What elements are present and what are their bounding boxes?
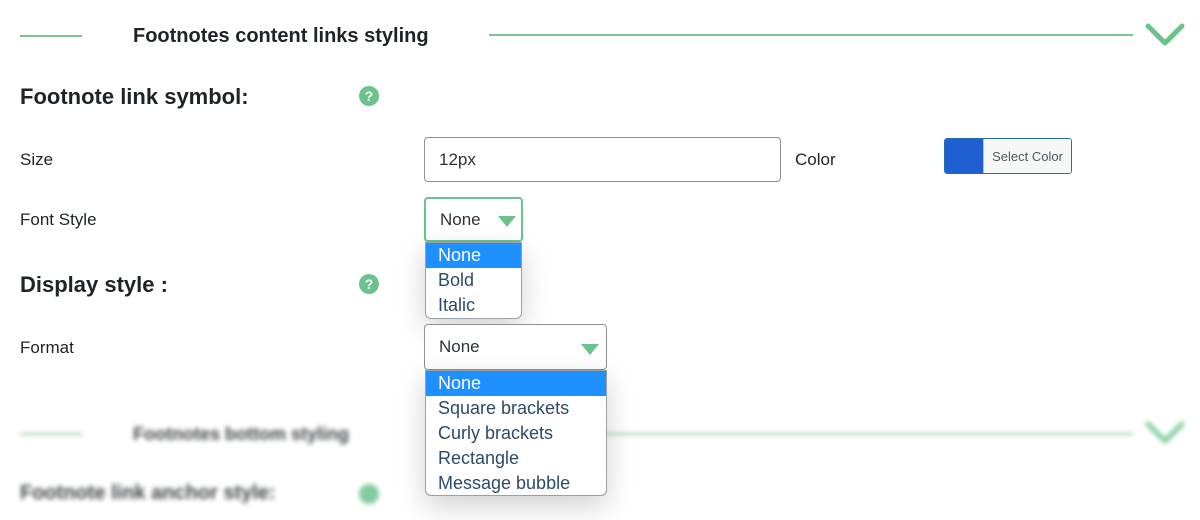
section-title: Footnotes bottom styling [133, 424, 349, 444]
font-style-option[interactable]: Italic [426, 293, 521, 318]
select-color-label: Select Color [983, 139, 1071, 173]
format-selected: None [439, 337, 480, 356]
format-select[interactable]: None [424, 324, 607, 370]
font-style-option[interactable]: Bold [426, 268, 521, 293]
format-dropdown: None Square brackets Curly brackets Rect… [425, 370, 607, 496]
color-label: Color [795, 150, 836, 169]
font-style-dropdown: None Bold Italic [425, 242, 522, 319]
format-option[interactable]: Rectangle [426, 446, 606, 471]
help-icon[interactable]: ? [359, 86, 379, 106]
help-icon[interactable]: ? [359, 274, 379, 294]
font-style-option[interactable]: None [426, 243, 521, 268]
section-divider-right [600, 433, 1133, 435]
section-divider-left [20, 35, 82, 37]
dropdown-arrow-icon [498, 216, 516, 227]
format-option[interactable]: Curly brackets [426, 421, 606, 446]
section-divider-right [489, 34, 1133, 36]
chevron-down-icon[interactable] [1145, 22, 1185, 48]
chevron-down-icon[interactable] [1145, 420, 1185, 446]
anchor-style-heading: Footnote link anchor style: [20, 482, 276, 504]
format-option[interactable]: Message bubble [426, 471, 606, 495]
dropdown-arrow-icon [581, 344, 599, 355]
display-style-heading: Display style : [20, 272, 168, 297]
format-label: Format [20, 338, 74, 357]
section-title: Footnotes content links styling [133, 25, 429, 47]
link-symbol-heading: Footnote link symbol: [20, 84, 249, 109]
font-style-label: Font Style [20, 210, 97, 229]
font-style-selected: None [440, 209, 481, 229]
help-icon [359, 484, 379, 504]
size-input[interactable] [424, 137, 781, 182]
format-option[interactable]: None [426, 371, 606, 396]
size-label: Size [20, 150, 54, 169]
font-style-select[interactable]: None [424, 197, 523, 242]
format-option[interactable]: Square brackets [426, 396, 606, 421]
color-swatch [945, 139, 983, 173]
select-color-button[interactable]: Select Color [944, 138, 1072, 174]
section-divider-left [20, 433, 82, 435]
